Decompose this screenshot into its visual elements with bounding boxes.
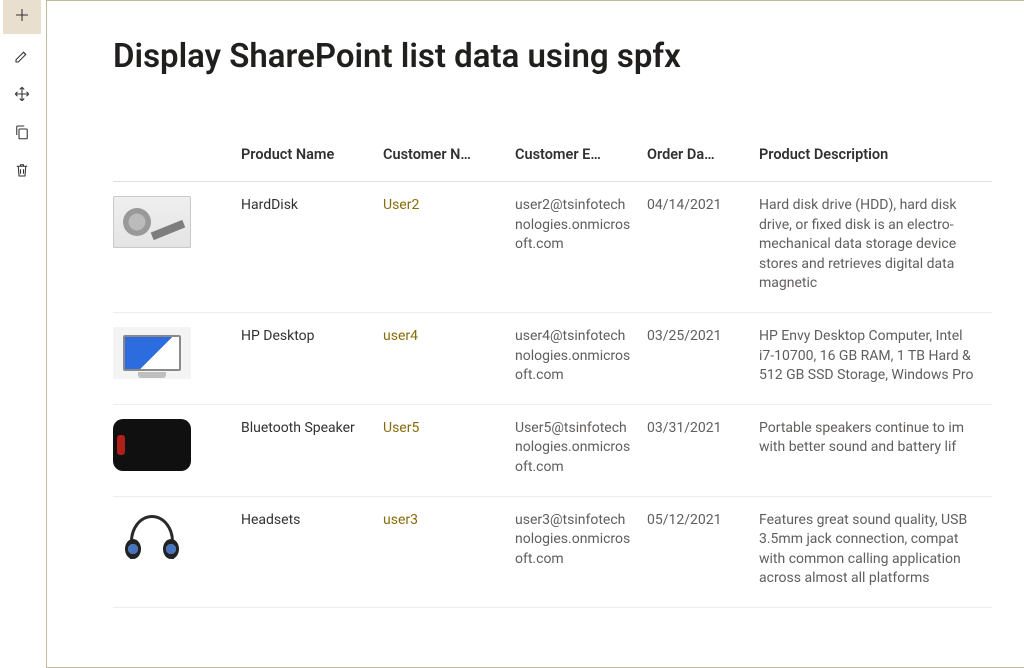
cell-image: [113, 496, 241, 607]
product-image-harddisk: [113, 196, 191, 248]
cell-product-description: Features great sound quality, USB 3.5mm …: [759, 496, 992, 607]
left-toolbar: [0, 0, 44, 668]
cell-customer-name: user3: [383, 496, 515, 607]
cell-product-name: HardDisk: [241, 182, 383, 313]
copy-button[interactable]: [3, 118, 41, 150]
cell-product-description: Portable speakers continue to im with be…: [759, 404, 992, 496]
customer-link[interactable]: user3: [383, 512, 418, 528]
table-header-row: Product Name Customer N… Customer E… Ord…: [113, 136, 992, 182]
delete-button[interactable]: [3, 156, 41, 188]
cell-product-name: HP Desktop: [241, 312, 383, 404]
move-button[interactable]: [3, 80, 41, 112]
cell-customer-email: user2@tsinfotechnologies.onmicrosoft.com: [515, 182, 647, 313]
cell-image: [113, 312, 241, 404]
product-image-speaker: [113, 419, 191, 471]
cell-customer-name: User5: [383, 404, 515, 496]
product-image-desktop: [113, 327, 191, 379]
page-canvas: Display SharePoint list data using spfx …: [46, 0, 1024, 668]
move-icon: [13, 85, 31, 107]
edit-button[interactable]: [3, 42, 41, 74]
trash-icon: [13, 161, 31, 183]
cell-customer-email: User5@tsinfotechnologies.onmicrosoft.com: [515, 404, 647, 496]
cell-order-date: 03/31/2021: [647, 404, 759, 496]
cell-customer-email: user4@tsinfotechnologies.onmicrosoft.com: [515, 312, 647, 404]
cell-image: [113, 182, 241, 313]
table-row[interactable]: HardDiskUser2 user2@tsinfotechnologies.on…: [113, 182, 992, 313]
cell-product-name: Headsets: [241, 496, 383, 607]
cell-product-description: Hard disk drive (HDD), hard disk drive, …: [759, 182, 992, 313]
cell-product-description: HP Envy Desktop Computer, Intel i7-10700…: [759, 312, 992, 404]
col-header-product-description[interactable]: Product Description: [759, 136, 992, 182]
table-row[interactable]: HP Desktopuser4 user4@tsinfotechnologies.…: [113, 312, 992, 404]
cell-order-date: 05/12/2021: [647, 496, 759, 607]
cell-customer-name: user4: [383, 312, 515, 404]
edit-icon: [13, 47, 31, 69]
col-header-customer-name[interactable]: Customer N…: [383, 136, 515, 182]
cell-customer-name: User2: [383, 182, 515, 313]
cell-order-date: 04/14/2021: [647, 182, 759, 313]
plus-icon: [13, 6, 31, 28]
col-header-product-name[interactable]: Product Name: [241, 136, 383, 182]
product-image-headset: [113, 511, 191, 563]
product-table: Product Name Customer N… Customer E… Ord…: [113, 136, 992, 608]
col-header-image[interactable]: [113, 136, 241, 182]
col-header-customer-email[interactable]: Customer E…: [515, 136, 647, 182]
table-row[interactable]: Headsetsuser3 user3@tsinfotechnologies.on…: [113, 496, 992, 607]
cell-order-date: 03/25/2021: [647, 312, 759, 404]
customer-link[interactable]: User2: [383, 197, 419, 213]
table-row[interactable]: Bluetooth SpeakerUser5 User5@tsinfotechno…: [113, 404, 992, 496]
customer-link[interactable]: user4: [383, 328, 418, 344]
cell-image: [113, 404, 241, 496]
customer-link[interactable]: User5: [383, 420, 419, 436]
col-header-order-date[interactable]: Order Da…: [647, 136, 759, 182]
page-title: Display SharePoint list data using spfx: [113, 37, 992, 76]
cell-customer-email: user3@tsinfotechnologies.onmicrosoft.com: [515, 496, 647, 607]
add-button[interactable]: [3, 0, 41, 34]
cell-product-name: Bluetooth Speaker: [241, 404, 383, 496]
copy-icon: [13, 123, 31, 145]
